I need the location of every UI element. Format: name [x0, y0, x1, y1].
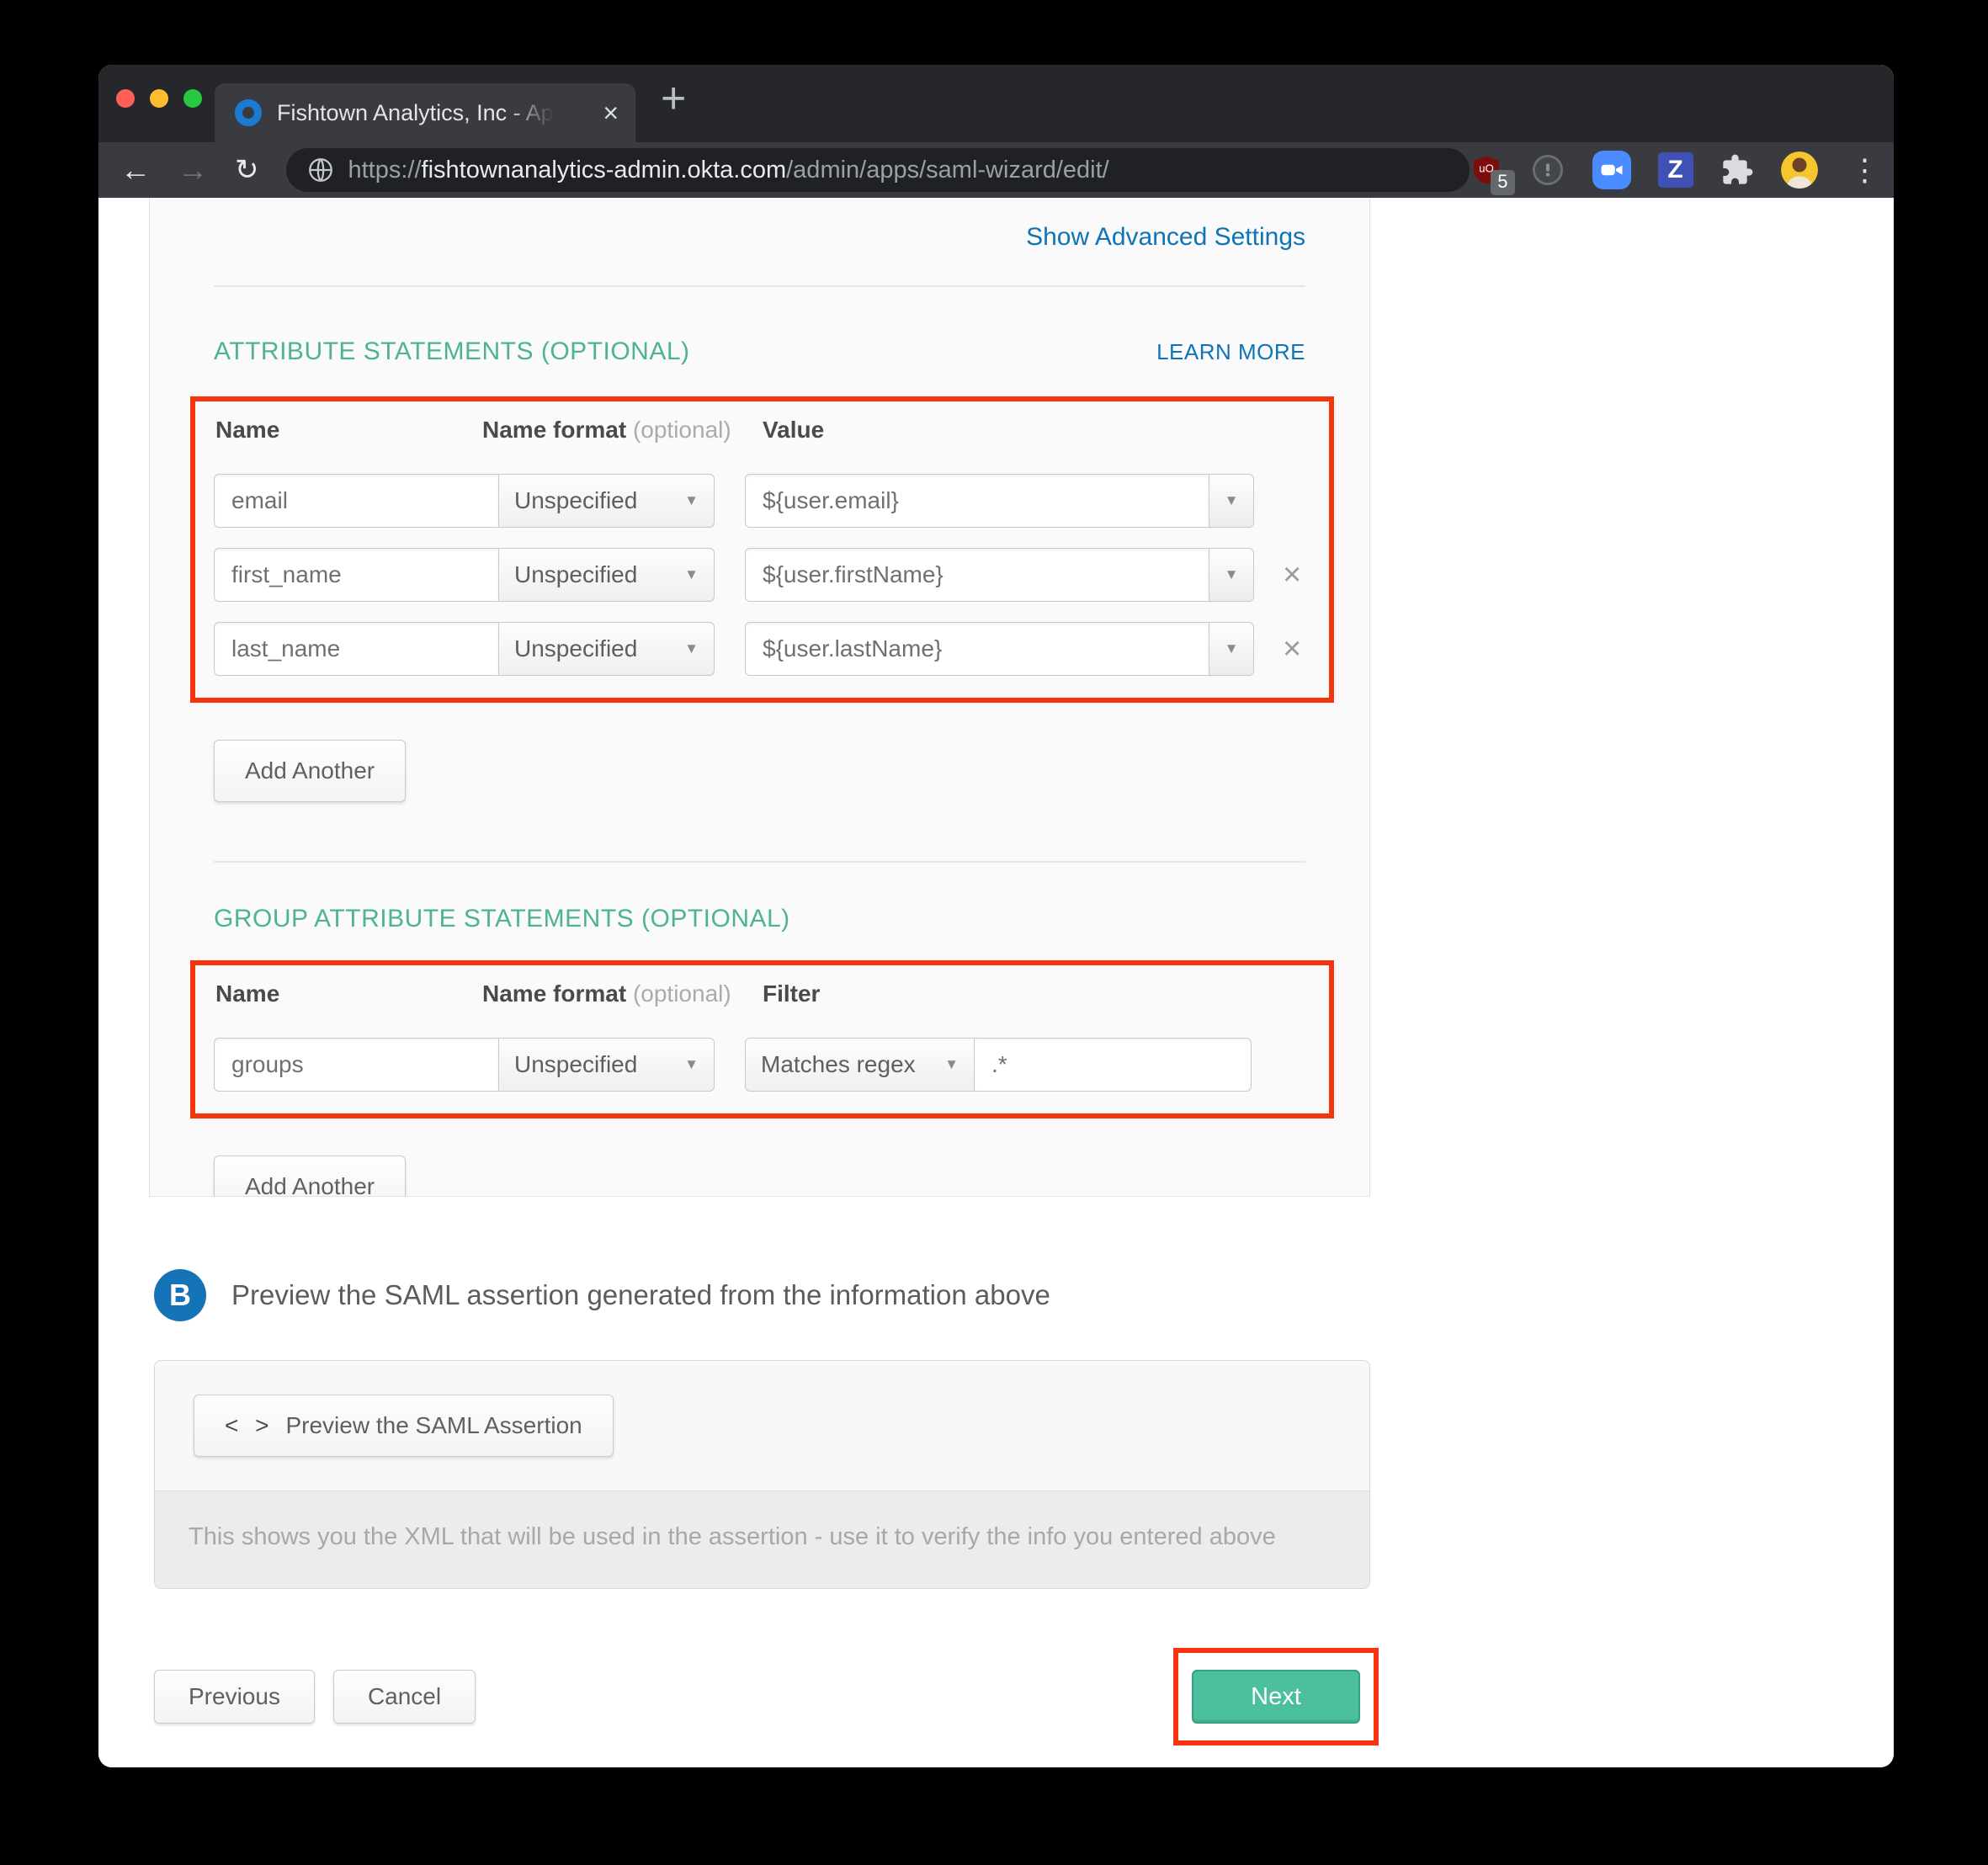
wizard-footer: Previous Cancel Next — [154, 1648, 1894, 1767]
value-dropdown-button[interactable]: ▼ — [1209, 622, 1254, 676]
traffic-lights — [116, 89, 202, 108]
learn-more-link[interactable]: LEARN MORE — [1156, 339, 1305, 365]
url-domain: fishtownanalytics-admin.okta.com — [422, 157, 787, 183]
remove-row-icon[interactable]: × — [1283, 559, 1301, 591]
new-tab-button[interactable]: + — [661, 77, 686, 120]
name-format-select[interactable]: Unspecified ▼ — [498, 474, 715, 528]
code-brackets-icon: < > — [225, 1412, 274, 1439]
group-attribute-statements-annotation-box: Name Name format (optional) Filter Unspe… — [190, 960, 1334, 1118]
okta-favicon-icon — [235, 99, 262, 126]
preview-footnote: This shows you the XML that will be used… — [155, 1490, 1369, 1588]
attribute-name-input[interactable] — [214, 622, 499, 676]
column-header-filter: Filter — [763, 980, 820, 1007]
chevron-down-icon: ▼ — [1225, 492, 1239, 509]
saml-settings-panel: Show Advanced Settings ATTRIBUTE STATEME… — [149, 198, 1370, 1197]
tab-strip: Fishtown Analytics, Inc - Applic × + — [98, 65, 1894, 142]
url-text: https://fishtownanalytics-admin.okta.com… — [348, 157, 1109, 184]
attribute-value-input[interactable] — [745, 474, 1209, 528]
next-button[interactable]: Next — [1192, 1670, 1360, 1724]
chevron-down-icon: ▼ — [944, 1056, 959, 1073]
browser-toolbar: ← → ↻ https://fishtownanalytics-admin.ok… — [98, 142, 1894, 198]
group-name-input[interactable] — [214, 1038, 499, 1092]
add-another-group-attribute-button[interactable]: Add Another — [214, 1156, 406, 1197]
chevron-down-icon: ▼ — [684, 1056, 699, 1073]
attribute-value-input[interactable] — [745, 622, 1209, 676]
attribute-statements-title: ATTRIBUTE STATEMENTS (OPTIONAL) — [214, 337, 690, 366]
ublock-badge: 5 — [1491, 170, 1514, 195]
attribute-value-input[interactable] — [745, 548, 1209, 602]
chevron-down-icon: ▼ — [684, 640, 699, 657]
name-format-select[interactable]: Unspecified ▼ — [498, 548, 715, 602]
show-advanced-settings-link[interactable]: Show Advanced Settings — [1026, 223, 1305, 251]
site-info-globe-icon[interactable] — [306, 156, 335, 184]
tab-close-icon[interactable]: × — [603, 99, 619, 126]
chevron-down-icon: ▼ — [1225, 566, 1239, 583]
url-scheme: https:// — [348, 157, 422, 183]
next-button-annotation-box: Next — [1173, 1648, 1379, 1745]
step-b-badge: B — [154, 1269, 206, 1321]
previous-button[interactable]: Previous — [154, 1670, 315, 1724]
back-icon[interactable]: ← — [120, 155, 151, 185]
onepassword-extension-icon[interactable] — [1530, 152, 1565, 188]
chevron-down-icon: ▼ — [684, 492, 699, 509]
divider — [214, 861, 1305, 863]
minimize-window-button[interactable] — [150, 89, 168, 108]
value-dropdown-button[interactable]: ▼ — [1209, 548, 1254, 602]
preview-section-title: Preview the SAML assertion generated fro… — [231, 1279, 1050, 1311]
browser-window: Fishtown Analytics, Inc - Applic × + ← →… — [98, 65, 1894, 1767]
remove-row-icon[interactable]: × — [1283, 633, 1301, 665]
extensions-area: uO 5 Z — [1470, 151, 1880, 189]
filter-value-input[interactable] — [974, 1038, 1252, 1092]
reload-icon[interactable]: ↻ — [235, 156, 259, 184]
optional-label: (optional) — [633, 980, 731, 1007]
group-attribute-statements-title: GROUP ATTRIBUTE STATEMENTS (OPTIONAL) — [214, 905, 790, 933]
preview-saml-box: < >Preview the SAML Assertion This shows… — [154, 1360, 1370, 1589]
ublock-extension-icon[interactable]: uO 5 — [1470, 153, 1503, 187]
attribute-row-email: Unspecified ▼ ▼ — [214, 474, 1329, 528]
divider — [214, 285, 1305, 287]
filter-type-select[interactable]: Matches regex ▼ — [745, 1038, 975, 1092]
column-header-name: Name — [215, 980, 279, 1007]
attribute-name-input[interactable] — [214, 548, 499, 602]
column-header-name: Name — [215, 417, 279, 444]
forward-icon[interactable]: → — [178, 155, 208, 185]
column-header-name-format: Name format (optional) — [482, 417, 731, 444]
column-header-value: Value — [763, 417, 824, 444]
chevron-down-icon: ▼ — [684, 566, 699, 583]
cancel-button[interactable]: Cancel — [333, 1670, 476, 1724]
attribute-statements-annotation-box: Name Name format (optional) Value Unspec… — [190, 396, 1334, 703]
attribute-name-input[interactable] — [214, 474, 499, 528]
attribute-row-last-name: Unspecified ▼ ▼ × — [214, 622, 1329, 676]
page-content: Show Advanced Settings ATTRIBUTE STATEME… — [98, 198, 1894, 1767]
fullscreen-window-button[interactable] — [183, 89, 202, 108]
name-format-select[interactable]: Unspecified ▼ — [498, 1038, 715, 1092]
chevron-down-icon: ▼ — [1225, 640, 1239, 657]
url-path: /admin/apps/saml-wizard/edit/ — [786, 157, 1109, 183]
attribute-row-first-name: Unspecified ▼ ▼ × — [214, 548, 1329, 602]
zoom-extension-icon[interactable] — [1592, 151, 1631, 189]
group-attribute-row: Unspecified ▼ Matches regex ▼ — [214, 1038, 1329, 1092]
browser-menu-icon[interactable]: ⋮ — [1850, 155, 1880, 185]
profile-avatar[interactable] — [1781, 151, 1818, 189]
value-dropdown-button[interactable]: ▼ — [1209, 474, 1254, 528]
browser-tab[interactable]: Fishtown Analytics, Inc - Applic × — [215, 83, 635, 142]
tab-title: Fishtown Analytics, Inc - Applic — [277, 100, 555, 126]
address-bar[interactable]: https://fishtownanalytics-admin.okta.com… — [286, 148, 1470, 192]
name-format-select[interactable]: Unspecified ▼ — [498, 622, 715, 676]
extensions-puzzle-icon[interactable] — [1720, 153, 1754, 187]
optional-label: (optional) — [633, 417, 731, 443]
add-another-attribute-button[interactable]: Add Another — [214, 740, 406, 802]
close-window-button[interactable] — [116, 89, 135, 108]
column-header-name-format: Name format (optional) — [482, 980, 731, 1007]
preview-saml-assertion-button[interactable]: < >Preview the SAML Assertion — [194, 1395, 614, 1457]
z-extension-icon[interactable]: Z — [1658, 152, 1693, 188]
